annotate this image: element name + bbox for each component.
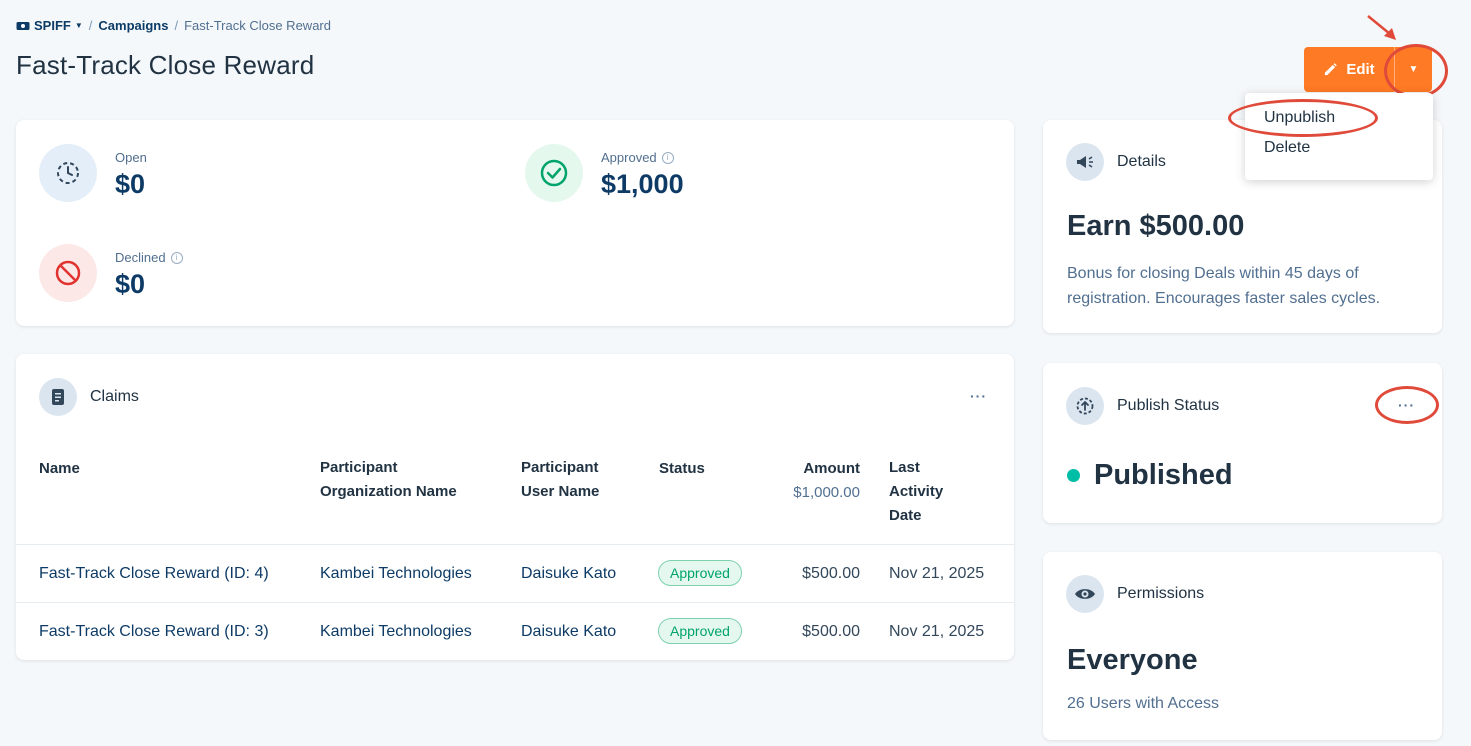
column-header-organization-line2: Organization Name xyxy=(320,483,457,500)
column-header-user-line1: Participant xyxy=(521,459,599,476)
column-header-last-activity-line3: Date xyxy=(889,507,922,524)
user-link[interactable]: Daisuke Kato xyxy=(521,564,616,584)
breadcrumb-spiff-label: SPIFF xyxy=(34,18,71,33)
annotation-circle xyxy=(1228,99,1378,137)
row-divider xyxy=(16,602,1014,603)
stats-card: Open $0 Approved i $1,000 Declined i $0 xyxy=(16,120,1014,326)
permissions-access-count: 26 Users with Access xyxy=(1067,695,1220,712)
column-header-status-label: Status xyxy=(659,460,705,477)
stat-approved-label-row: Approved i xyxy=(601,150,684,165)
annotation-circle xyxy=(1375,386,1439,424)
publish-status-title: Publish Status xyxy=(1117,397,1220,414)
edit-button[interactable]: Edit xyxy=(1304,47,1394,92)
claim-name-link[interactable]: Fast-Track Close Reward (ID: 4) xyxy=(39,564,269,584)
permissions-header: Permissions xyxy=(1066,575,1204,613)
stat-open: Open $0 xyxy=(39,144,147,202)
column-header-user[interactable]: Participant User Name xyxy=(521,456,599,504)
breadcrumb-campaigns-link[interactable]: Campaigns xyxy=(98,18,168,33)
earn-amount: Earn $500.00 xyxy=(1067,210,1245,242)
status-dot xyxy=(1067,469,1080,482)
clock-dashed-icon xyxy=(39,144,97,202)
prohibited-icon xyxy=(39,244,97,302)
column-header-organization[interactable]: Participant Organization Name xyxy=(320,456,457,504)
organization-link[interactable]: Kambei Technologies xyxy=(320,622,472,642)
organization-link[interactable]: Kambei Technologies xyxy=(320,564,472,584)
publish-status-card: Publish Status ··· Published xyxy=(1043,363,1442,523)
column-header-user-line2: User Name xyxy=(521,483,600,500)
details-description: Bonus for closing Deals within 45 days o… xyxy=(1067,265,1381,307)
status-badge: Approved xyxy=(658,560,742,586)
stat-declined-value: $0 xyxy=(115,269,146,299)
breadcrumb-current: Fast-Track Close Reward xyxy=(184,18,331,33)
page-title: Fast-Track Close Reward xyxy=(16,50,315,80)
publish-status-text: Published xyxy=(1094,459,1233,491)
claims-card: Claims ··· Name Participant Organization… xyxy=(16,354,1014,660)
user-link[interactable]: Daisuke Kato xyxy=(521,622,616,642)
column-header-amount[interactable]: Amount $1,000.00 xyxy=(776,457,860,505)
edit-button-label: Edit xyxy=(1346,61,1375,78)
claims-title: Claims xyxy=(90,388,139,405)
publish-status-header: Publish Status xyxy=(1066,387,1219,425)
permissions-card: Permissions Everyone 26 Users with Acces… xyxy=(1043,552,1442,740)
date-value: Nov 21, 2025 xyxy=(889,623,985,640)
details-title: Details xyxy=(1117,153,1166,170)
stat-declined-label-row: Declined i xyxy=(115,250,183,265)
claims-more-button[interactable]: ··· xyxy=(970,388,987,404)
stat-declined: Declined i $0 xyxy=(39,244,183,302)
info-icon[interactable]: i xyxy=(170,251,183,264)
permissions-title: Permissions xyxy=(1117,585,1205,602)
breadcrumb: SPIFF ▼ / Campaigns / Fast-Track Close R… xyxy=(16,18,331,33)
amount-value: $500.00 xyxy=(802,623,860,640)
status-badge: Approved xyxy=(658,618,742,644)
breadcrumb-separator: / xyxy=(88,18,93,33)
megaphone-icon xyxy=(1066,143,1104,181)
ticket-icon xyxy=(16,21,30,30)
annotation-circle xyxy=(1384,44,1448,98)
eye-icon xyxy=(1066,575,1104,613)
pencil-icon xyxy=(1325,63,1338,76)
check-circle-icon xyxy=(525,144,583,202)
row-divider xyxy=(16,544,1014,545)
document-icon xyxy=(39,378,77,416)
amount-value: $500.00 xyxy=(802,565,860,582)
caret-down-icon: ▼ xyxy=(74,21,83,30)
column-header-name-label: Name xyxy=(39,460,80,477)
claims-header: Claims xyxy=(39,378,139,416)
claim-name-link[interactable]: Fast-Track Close Reward (ID: 3) xyxy=(39,622,269,642)
column-header-last-activity-line1: Last xyxy=(889,459,920,476)
menu-item-delete[interactable]: Delete xyxy=(1245,133,1433,163)
details-header: Details xyxy=(1066,143,1166,181)
amount-total: $1,000.00 xyxy=(793,484,860,501)
breadcrumb-spiff-dropdown[interactable]: SPIFF ▼ xyxy=(16,18,83,33)
stat-approved-label: Approved xyxy=(601,150,657,165)
stat-open-label: Open xyxy=(115,150,147,165)
breadcrumb-separator: / xyxy=(174,18,179,33)
stat-open-value: $0 xyxy=(115,169,146,199)
column-header-amount-label: Amount xyxy=(803,460,860,477)
stat-declined-label: Declined xyxy=(115,250,166,265)
column-header-name[interactable]: Name xyxy=(39,457,80,481)
column-header-last-activity-line2: Activity xyxy=(889,483,944,500)
permissions-audience: Everyone xyxy=(1067,644,1198,676)
annotation-arrow xyxy=(1367,15,1396,40)
publish-icon xyxy=(1066,387,1104,425)
stat-approved-value: $1,000 xyxy=(601,169,684,199)
column-header-last-activity[interactable]: Last Activity Date xyxy=(889,456,943,528)
info-icon[interactable]: i xyxy=(661,151,674,164)
column-header-status[interactable]: Status xyxy=(659,457,705,481)
publish-status-value: Published xyxy=(1067,459,1233,492)
stat-approved: Approved i $1,000 xyxy=(525,144,684,202)
date-value: Nov 21, 2025 xyxy=(889,565,985,582)
column-header-organization-line1: Participant xyxy=(320,459,398,476)
